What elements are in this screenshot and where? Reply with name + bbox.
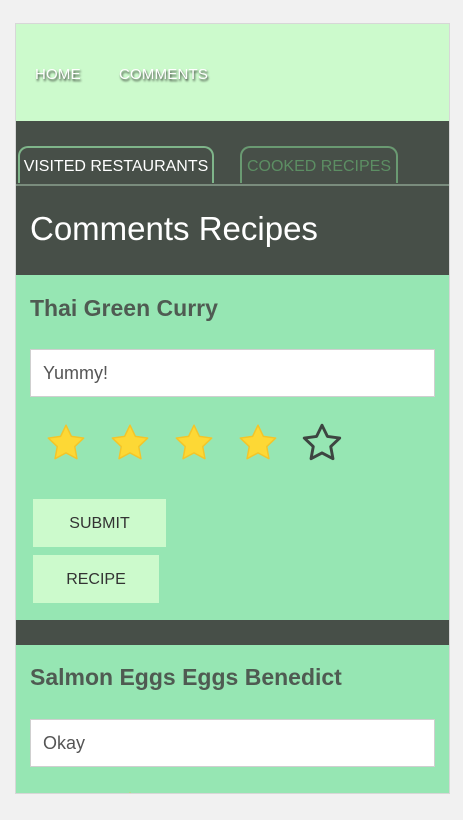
tab-visited-restaurants[interactable]: VISITED RESTAURANTS — [18, 146, 214, 183]
page-title: Comments Recipes — [30, 210, 318, 247]
star-filled-icon[interactable] — [236, 421, 280, 465]
star-filled-icon[interactable] — [172, 421, 216, 465]
tab-bar: VISITED RESTAURANTS COOKED RECIPES — [16, 146, 449, 186]
comment-input[interactable] — [30, 719, 435, 767]
star-rating — [44, 421, 344, 465]
star-filled-icon[interactable] — [108, 789, 152, 793]
recipe-comment-card: Salmon Eggs Eggs Benedict — [16, 645, 449, 793]
submit-button[interactable]: SUBMIT — [33, 499, 166, 547]
top-nav: HOME COMMENTS — [16, 24, 449, 121]
star-rating — [44, 789, 344, 793]
recipe-comment-card: Thai Green Curry SUBMIT RECIPE — [16, 275, 449, 620]
nav-home-link[interactable]: HOME — [35, 66, 81, 83]
star-filled-icon[interactable] — [108, 421, 152, 465]
recipe-button[interactable]: RECIPE — [33, 555, 159, 603]
recipe-title: Thai Green Curry — [30, 295, 218, 321]
star-filled-icon[interactable] — [44, 421, 88, 465]
nav-comments-link[interactable]: COMMENTS — [119, 66, 208, 83]
recipe-title: Salmon Eggs Eggs Benedict — [30, 664, 342, 690]
app-frame: HOME COMMENTS VISITED RESTAURANTS COOKED… — [16, 24, 449, 793]
star-outline-icon[interactable] — [300, 421, 344, 465]
comment-input[interactable] — [30, 349, 435, 397]
tab-cooked-recipes[interactable]: COOKED RECIPES — [240, 146, 398, 183]
